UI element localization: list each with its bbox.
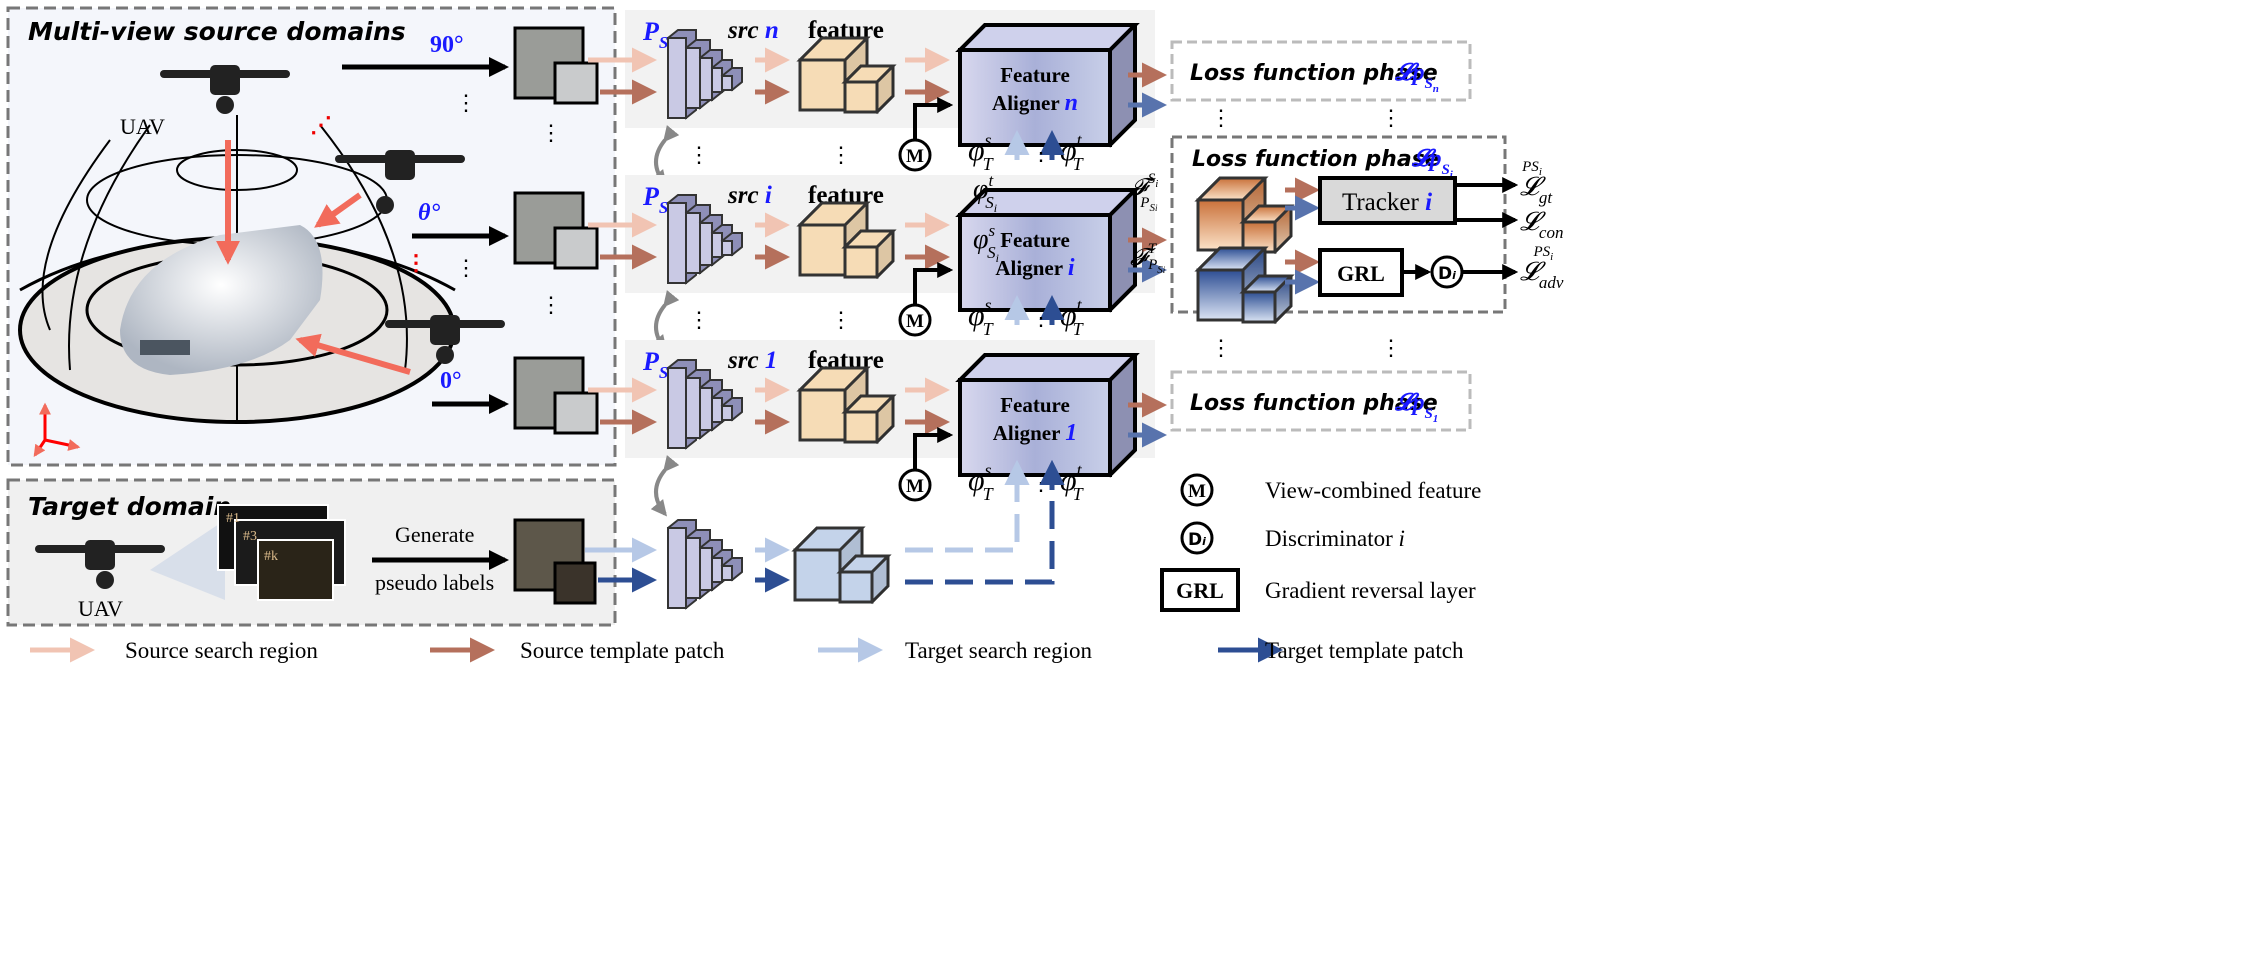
view-combined-feature-icon: M — [1180, 473, 1214, 507]
cube-small — [1239, 274, 1295, 325]
symbol-key: M View-combined feature Di Discriminator … — [1160, 473, 1481, 612]
m-symbol: M — [906, 476, 924, 497]
legend-label: Source template patch — [520, 638, 725, 663]
grl-symbol: GRL — [1176, 578, 1224, 603]
legend-item: Target search region — [818, 637, 1092, 663]
legend-item: Source search region — [30, 637, 318, 663]
ellipsis-red-1: ⋰ — [310, 112, 332, 137]
view-combined-feature-icon: M — [898, 138, 932, 172]
cube-small — [1239, 204, 1295, 255]
ellipsis-red-2: ⋮ — [405, 250, 427, 275]
src-label: src 1 — [727, 347, 777, 374]
legend-label: Target search region — [905, 638, 1092, 663]
ellipsis: ⋮ — [1210, 335, 1232, 360]
cube-small — [841, 64, 897, 115]
ellipsis: ⋮ — [1030, 140, 1052, 165]
phi-symbol: φt T — [1060, 295, 1085, 339]
cube-small — [841, 394, 897, 445]
loss-output-adv: 𝓛advPSi — [1520, 244, 1564, 292]
feature-aligner-n: Feature Aligner n — [955, 23, 1140, 148]
target-feature-cubes — [791, 526, 892, 605]
loss-function-phase-n: Loss function phase 𝓛pSn — [1170, 40, 1472, 102]
phi-symbol: φs T — [968, 460, 995, 504]
legend-label: Target template patch — [1265, 638, 1464, 663]
ellipsis: ⋮ — [688, 307, 710, 332]
aligner-subtitle: Aligner i — [995, 255, 1075, 281]
target-feature-output-cubes — [1194, 246, 1295, 325]
source-panel-title: Multi-view source domains — [28, 17, 406, 46]
target-domain-panel: Target domain UAV #1 #3 #k Generate pseu… — [6, 478, 617, 627]
legend-item: Target template patch — [1218, 637, 1464, 663]
aligner-title: Feature — [1000, 393, 1070, 417]
grl-key-box: GRL — [1160, 568, 1240, 612]
tracker-label: Tracker i — [1342, 189, 1432, 216]
loss-symbol: 𝓛pSi — [1411, 146, 1454, 181]
frame-stack: #1 #3 #k — [217, 504, 346, 601]
loss-output-gt: 𝓛gtPSi — [1520, 159, 1553, 207]
ellipsis: ⋮ — [1030, 305, 1052, 330]
cube-small — [836, 554, 892, 605]
grl-block: GRL — [1318, 248, 1404, 297]
frame-label: #1 — [226, 511, 240, 526]
aligner-title: Feature — [1000, 228, 1070, 252]
view-combined-feature-icon: M — [898, 303, 932, 337]
aligner-subtitle: Aligner n — [992, 90, 1078, 116]
angle-0: 0° — [440, 368, 462, 394]
m-symbol: M — [906, 311, 924, 332]
frame-label: #3 — [243, 529, 257, 544]
loss-phase-label: Loss function phase — [1192, 147, 1440, 172]
aligner-subtitle: Aligner 1 — [993, 420, 1078, 446]
m-symbol: M — [906, 146, 924, 167]
framework-diagram: Multi-view source domains UAV ⋰ ⋮ 90° θ°… — [6, 6, 1564, 663]
arrow-legend: Source search region Source template patc… — [30, 637, 1464, 663]
ellipsis: ⋮ — [540, 292, 562, 317]
target-backbone-network — [666, 519, 743, 610]
source-feature-output-cubes — [1194, 176, 1295, 255]
loss-function-phase-1: Loss function phase 𝓛pS1 — [1170, 370, 1472, 432]
discriminator-icon: Di — [1430, 255, 1464, 289]
feature-out-target: 𝓕T PSi — [1130, 241, 1166, 276]
target-panel-title: Target domain — [28, 492, 231, 521]
ellipsis: ⋮ — [830, 307, 852, 332]
discriminator-icon: Di — [1180, 521, 1214, 555]
m-symbol: M — [1188, 481, 1206, 502]
aligner-title: Feature — [1000, 63, 1070, 87]
cube-small — [841, 229, 897, 280]
src-label: src i — [727, 182, 772, 209]
src-label: src n — [727, 17, 779, 44]
target-thumbnail — [513, 518, 597, 605]
shared-weights-arrow — [650, 455, 680, 517]
angle-theta: θ° — [418, 200, 440, 226]
ellipsis: ⋮ — [1380, 335, 1402, 360]
ellipsis: ⋮ — [455, 255, 477, 280]
legend-item: Source template patch — [430, 637, 725, 663]
tracker-block: Tracker i — [1318, 176, 1457, 225]
pseudo-labels-label: pseudo labels — [375, 570, 494, 595]
angle-90: 90° — [430, 32, 464, 58]
phi-symbol: φs T — [968, 295, 995, 339]
grl-label: GRL — [1337, 261, 1385, 286]
key-m-label: View-combined feature — [1265, 478, 1481, 503]
view-combined-feature-icon: M — [898, 468, 932, 502]
feature-aligner-1: Feature Aligner 1 — [955, 353, 1140, 478]
ellipsis: ⋮ — [1030, 470, 1052, 495]
uav-label: UAV — [120, 114, 165, 139]
ellipsis: ⋮ — [455, 90, 477, 115]
generate-label: Generate — [395, 522, 474, 547]
key-grl-label: Gradient reversal layer — [1265, 578, 1476, 603]
ellipsis: ⋮ — [830, 142, 852, 167]
uav-label: UAV — [78, 596, 123, 621]
phi-symbol: φt T — [1060, 460, 1085, 504]
frame-label: #k — [264, 549, 278, 564]
phi-symbol: φs T — [968, 130, 995, 174]
key-d-label: Discriminator i — [1265, 526, 1405, 551]
ellipsis: ⋮ — [688, 142, 710, 167]
ellipsis: ⋮ — [540, 120, 562, 145]
ellipsis: ⋮ — [1380, 105, 1402, 130]
legend-label: Source search region — [125, 638, 318, 663]
loss-output-con: 𝓛con — [1520, 207, 1563, 242]
ellipsis: ⋮ — [1210, 105, 1232, 130]
loss-function-phase-i: Loss function phase 𝓛pSi Tracker i GRL Di 𝓛g… — [1170, 135, 1564, 325]
phi-symbol: φt T — [1060, 130, 1085, 174]
